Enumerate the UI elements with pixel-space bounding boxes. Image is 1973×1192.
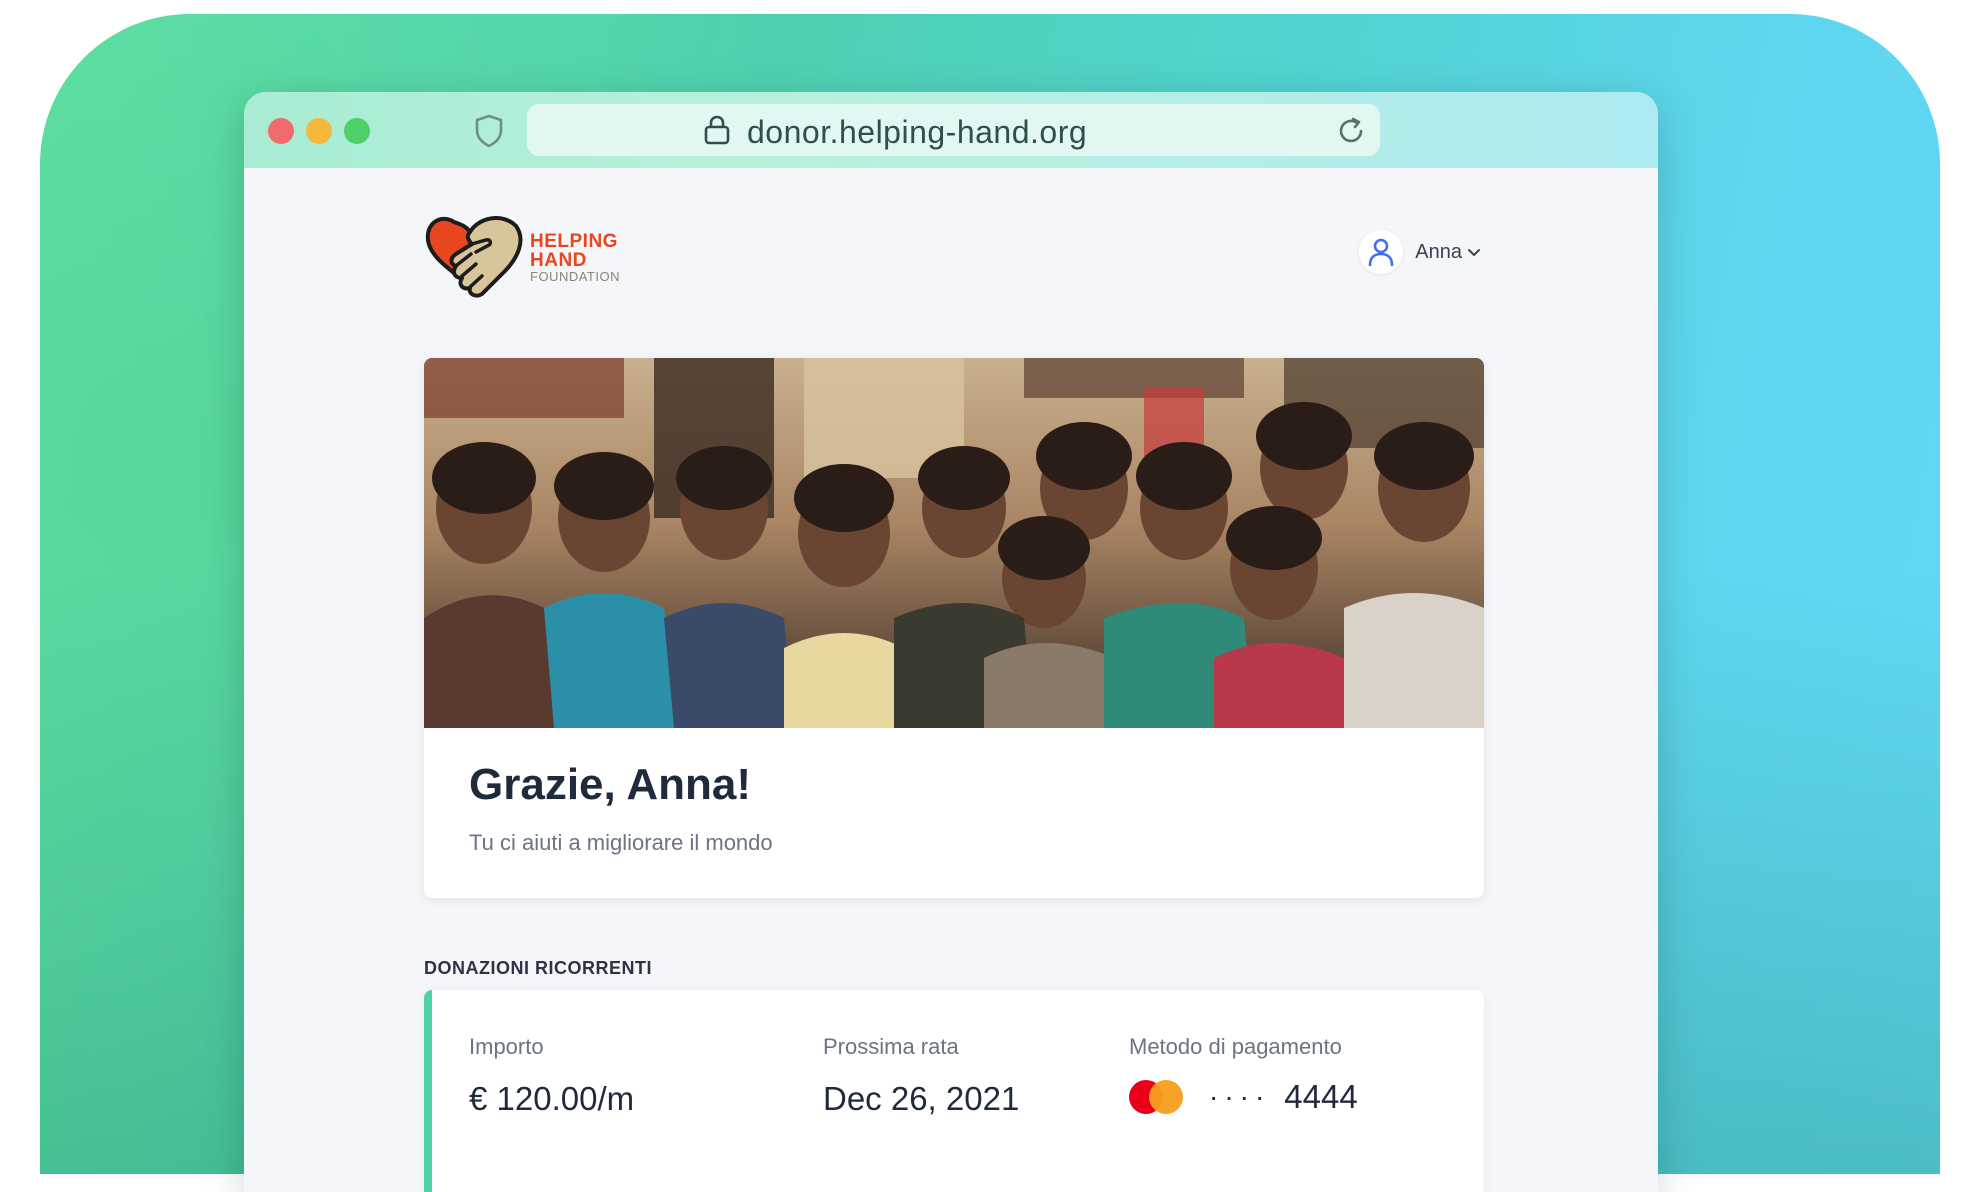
next-payment-label: Prossima rata — [823, 1034, 959, 1059]
user-icon — [1368, 238, 1394, 266]
section-label-recurring: DONAZIONI RICORRENTI — [424, 958, 652, 978]
brand-line-1: HELPING — [530, 231, 618, 252]
browser-toolbar: donor.helping-hand.org — [244, 92, 1658, 168]
brand-line-3: FOUNDATION — [530, 269, 620, 284]
chevron-down-icon — [1468, 249, 1480, 256]
lock-icon — [704, 115, 730, 145]
shield-icon[interactable] — [474, 114, 504, 148]
url-text: donor.helping-hand.org — [747, 114, 1088, 150]
welcome-card: Grazie, Anna! Tu ci aiuti a migliorare i… — [424, 358, 1484, 898]
maximize-window-button[interactable] — [344, 118, 370, 144]
hero-image — [424, 358, 1484, 728]
payment-method-value: ···· 4444 — [1129, 1078, 1358, 1116]
next-payment-value: Dec 26, 2021 — [823, 1080, 1020, 1117]
page-subtitle: Tu ci aiuti a migliorare il mondo — [469, 830, 773, 855]
amount-label: Importo — [469, 1034, 544, 1059]
close-window-button[interactable] — [268, 118, 294, 144]
user-menu[interactable]: Anna — [1359, 230, 1482, 274]
helping-hand-logo-icon[interactable] — [424, 210, 524, 300]
recurring-donation-card[interactable]: Importo € 120.00/m Prossima rata Dec 26,… — [424, 990, 1484, 1192]
card-last-four: 4444 — [1284, 1078, 1358, 1115]
brand-name: HELPING HAND FOUNDATION — [530, 232, 620, 284]
payment-method-column: Metodo di pagamento ···· 4444 — [1129, 1034, 1358, 1116]
avatar — [1359, 230, 1404, 274]
user-name: Anna — [1415, 240, 1462, 263]
reload-icon[interactable] — [1336, 116, 1366, 146]
page-title: Grazie, Anna! — [469, 760, 751, 809]
payment-method-label: Metodo di pagamento — [1129, 1034, 1342, 1059]
minimize-window-button[interactable] — [306, 118, 332, 144]
page-content: HELPING HAND FOUNDATION Anna Grazie, Ann… — [244, 168, 1658, 1192]
amount-column: Importo € 120.00/m — [469, 1034, 634, 1118]
next-payment-column: Prossima rata Dec 26, 2021 — [823, 1034, 1019, 1118]
address-bar[interactable]: donor.helping-hand.org — [527, 104, 1380, 156]
mastercard-icon — [1129, 1080, 1183, 1114]
card-masked-digits: ···· — [1209, 1081, 1271, 1112]
brand-line-2: HAND — [530, 250, 587, 271]
amount-value: € 120.00/m — [469, 1080, 635, 1117]
browser-window: donor.helping-hand.org HELPING HAND FOUN… — [244, 92, 1658, 1192]
